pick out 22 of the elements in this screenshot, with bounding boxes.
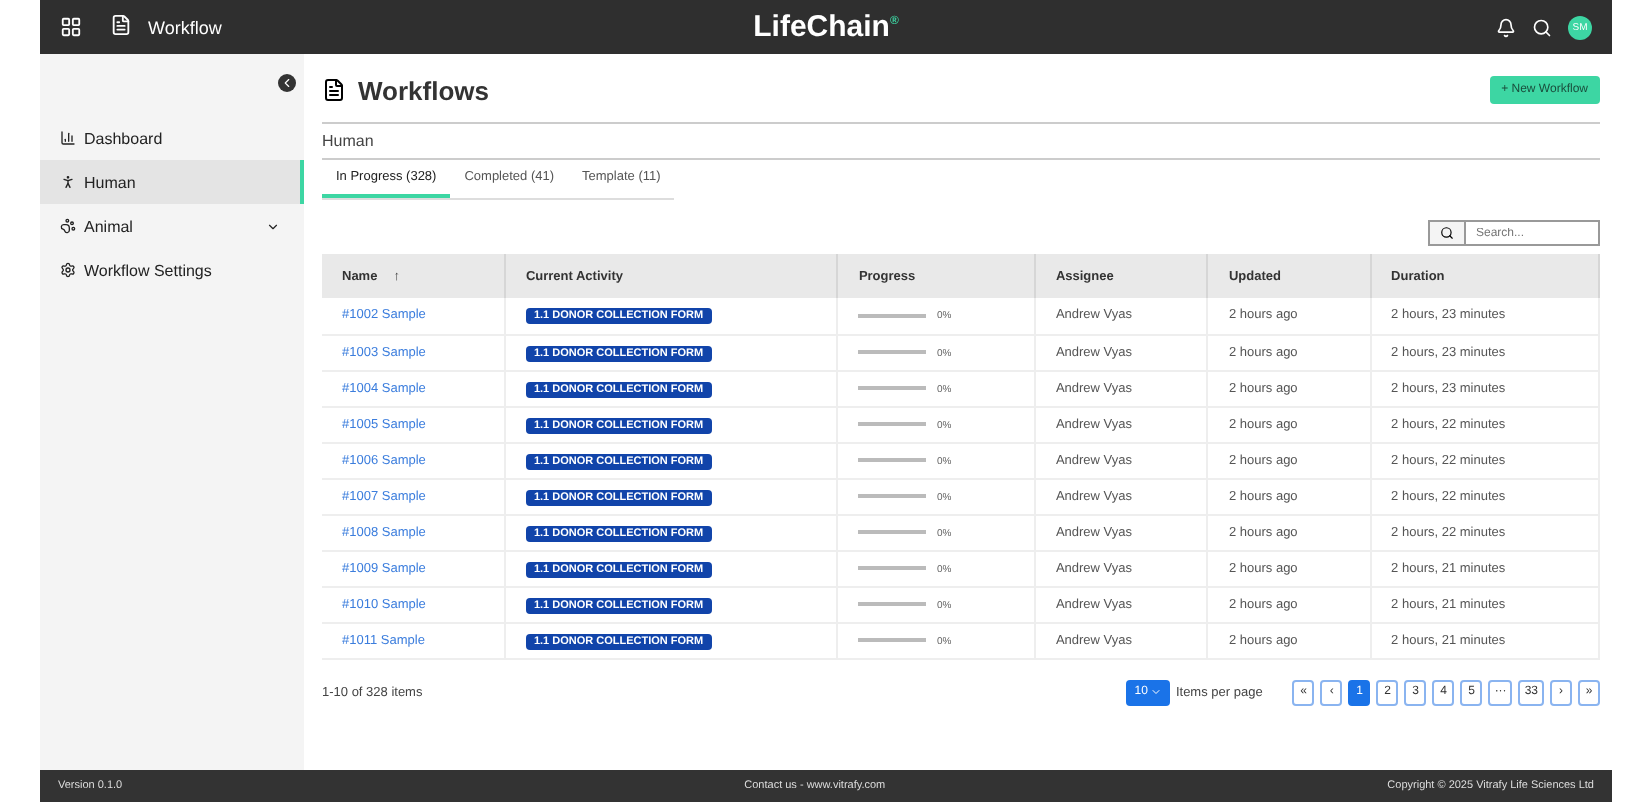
chevron-down-icon[interactable]	[266, 219, 280, 233]
sidebar-item[interactable]: Animal	[40, 204, 304, 248]
chevron-down-icon	[1149, 686, 1162, 698]
document-icon	[322, 78, 346, 102]
section-heading: Human	[322, 122, 1600, 160]
search-icon[interactable]	[1532, 17, 1552, 37]
person-icon	[60, 174, 76, 190]
paw-icon	[60, 218, 76, 234]
sidebar-item[interactable]: Dashboard	[40, 116, 304, 160]
sidebar-item[interactable]: Human	[40, 160, 304, 204]
search-button[interactable]	[1428, 220, 1466, 246]
sidebar-item[interactable]: Workflow Settings	[40, 248, 304, 292]
page-title: Workflows	[358, 75, 489, 105]
apps-grid-icon[interactable]	[60, 16, 82, 38]
document-icon	[110, 13, 132, 35]
brand-logo: LifeChain$^{®}$	[753, 10, 899, 44]
search-icon	[1440, 226, 1454, 240]
settings-icon	[60, 262, 76, 278]
bar-chart-icon	[60, 130, 76, 146]
app-name: Workflow	[148, 17, 222, 37]
collapse-icon[interactable]	[278, 74, 296, 92]
bell-icon[interactable]	[1496, 17, 1516, 37]
